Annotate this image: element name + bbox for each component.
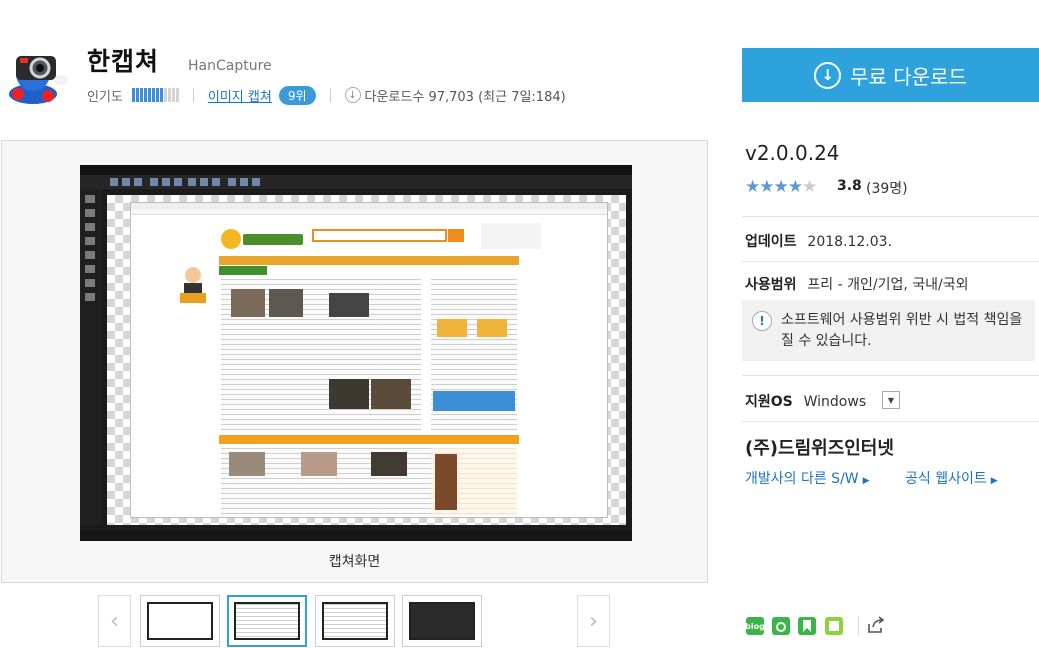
screenshot-viewer: 캡쳐화면 [1, 140, 708, 583]
popularity-segment [135, 88, 139, 102]
version-number: v2.0.0.24 [745, 141, 840, 165]
popularity-bar [131, 88, 179, 102]
rank-badge: 9위 [278, 85, 316, 105]
popularity-segment [147, 88, 151, 102]
meta-row: 인기도 이미지 캡쳐 9위 ↓ 다운로드수 97,703 (최근 7일:184) [87, 85, 566, 105]
website-link-label: 공식 웹사이트 [905, 471, 987, 487]
rating-count: (39명) [866, 181, 908, 197]
divider [329, 88, 331, 102]
download-count-icon: ↓ [344, 87, 361, 103]
popularity-segment [155, 88, 159, 102]
divider [858, 616, 859, 636]
category-link[interactable]: 이미지 캡쳐 [208, 86, 272, 105]
official-website-link[interactable]: 공식 웹사이트 ▶ [905, 468, 998, 488]
thumbnail-next-button[interactable]: › [577, 595, 610, 647]
company-name: (주)드림위즈인터넷 [745, 438, 894, 459]
download-circle-icon: ↓ [814, 61, 842, 89]
thumbnail-2[interactable] [227, 595, 307, 647]
memo-share-icon[interactable] [825, 617, 843, 635]
screenshot-image [80, 165, 632, 541]
notice-text: 소프트웨어 사용범위 위반 시 법적 책임을 질 수 있습니다. [781, 312, 1023, 349]
popularity-segment [171, 88, 175, 102]
captured-titlebar [80, 165, 632, 175]
download-button-label: 무료 다운로드 [850, 64, 967, 89]
popularity-label: 인기도 [87, 89, 123, 105]
arrow-right-icon: ▶ [990, 476, 998, 486]
app-english-name: HanCapture [188, 58, 272, 74]
notice-icon: ! [752, 311, 772, 331]
os-dropdown-chevron-icon[interactable]: ▼ [882, 391, 900, 409]
popularity-segment [167, 88, 171, 102]
divider [192, 88, 194, 102]
popularity-segment [163, 88, 167, 102]
divider [742, 421, 1039, 422]
popularity-segment [159, 88, 163, 102]
cafe-share-icon[interactable] [772, 617, 790, 635]
captured-side-tools [80, 189, 102, 525]
update-value: 2018.12.03. [807, 234, 893, 250]
popularity-segment [143, 88, 147, 102]
popularity-segment [151, 88, 155, 102]
thumbnail-prev-button[interactable]: ‹ [98, 595, 131, 647]
captured-webpage [130, 202, 608, 518]
captured-canvas [107, 195, 626, 525]
rating-stars-icon: ★★★★★ [745, 177, 817, 197]
captured-statusbar [80, 530, 632, 541]
captured-toolbar [80, 175, 632, 189]
app-title: 한캡쳐 [87, 47, 160, 76]
star-icon: ★ [802, 177, 817, 197]
thumbnail-3[interactable] [315, 595, 395, 647]
thumbnail-1[interactable] [140, 595, 220, 647]
update-label: 업데이트 [745, 234, 797, 250]
license-row: 사용범위 프리 - 개인/기업, 국내/국외 [745, 274, 969, 294]
popularity-segment [175, 88, 179, 102]
developer-link-label: 개발사의 다른 S/W [745, 471, 859, 487]
thumbnail-4[interactable] [402, 595, 482, 647]
update-row: 업데이트 2018.12.03. [745, 231, 892, 251]
os-label: 지원OS [745, 394, 793, 410]
screenshot-caption: 캡쳐화면 [328, 554, 381, 570]
license-notice: ! 소프트웨어 사용범위 위반 시 법적 책임을 질 수 있습니다. [742, 300, 1035, 361]
star-icon: ★ [787, 177, 803, 197]
license-value: 프리 - 개인/기업, 국내/국외 [807, 277, 969, 293]
app-logo-icon [6, 44, 72, 106]
divider [742, 261, 1039, 262]
divider [742, 216, 1039, 217]
download-count: 다운로드수 97,703 (최근 7일:184) [364, 89, 566, 105]
star-icon: ★ [759, 177, 774, 197]
os-value: Windows [803, 394, 867, 410]
share-icon[interactable] [866, 615, 886, 635]
arrow-right-icon: ▶ [862, 476, 870, 486]
popularity-segment [139, 88, 143, 102]
star-icon: ★ [773, 177, 789, 197]
bookmark-share-icon[interactable] [798, 617, 816, 635]
blog-share-icon[interactable]: blog [745, 617, 765, 635]
free-download-button[interactable]: ↓ 무료 다운로드 [742, 48, 1039, 102]
license-label: 사용범위 [745, 277, 797, 293]
os-row: 지원OS Windows [745, 391, 866, 411]
rating-value: 3.8 [837, 178, 862, 194]
star-icon: ★ [745, 177, 760, 197]
divider [742, 375, 1039, 376]
developer-other-software-link[interactable]: 개발사의 다른 S/W ▶ [745, 468, 870, 488]
popularity-segment [131, 88, 135, 102]
